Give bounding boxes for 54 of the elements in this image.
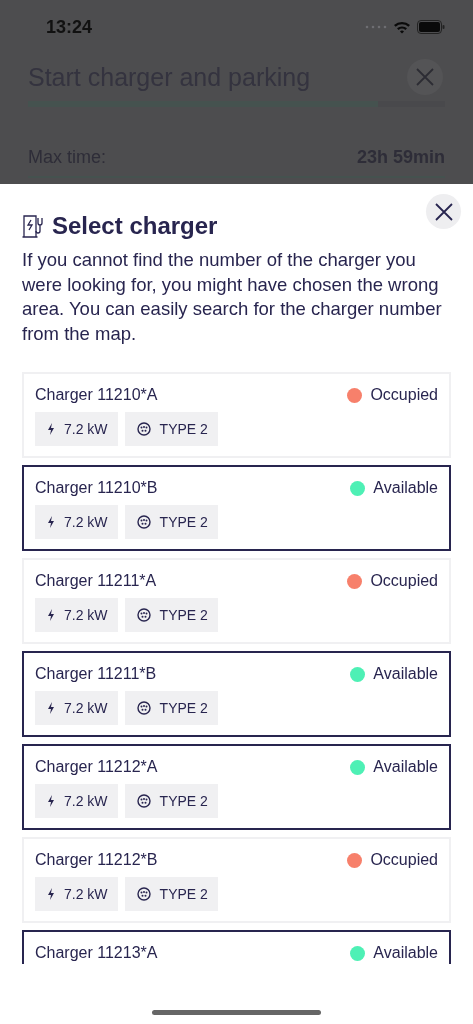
- spec-text: TYPE 2: [159, 421, 208, 437]
- lightning-icon: [47, 516, 55, 528]
- status-label: Available: [373, 758, 438, 776]
- charger-card[interactable]: Charger 11212*B Occupied 7.2 kW TYPE 2: [22, 837, 451, 923]
- status-label: Occupied: [370, 386, 438, 404]
- close-icon: [433, 201, 454, 222]
- status-label: Available: [373, 665, 438, 683]
- spec-text: 7.2 kW: [64, 607, 108, 623]
- charger-name: Charger 11212*A: [35, 758, 158, 776]
- spec-text: TYPE 2: [159, 793, 208, 809]
- lightning-icon: [47, 609, 55, 621]
- charger-name: Charger 11210*A: [35, 386, 158, 404]
- plug-icon: [136, 422, 151, 436]
- charger-name: Charger 11213*A: [35, 944, 158, 962]
- status-label: Occupied: [370, 572, 438, 590]
- charger-name: Charger 11211*B: [35, 665, 157, 683]
- plug-icon: [136, 515, 151, 529]
- close-icon: [415, 67, 435, 87]
- charger-card[interactable]: Charger 11211*A Occupied 7.2 kW TYPE 2: [22, 558, 451, 644]
- spec-text: 7.2 kW: [64, 421, 108, 437]
- signal-icon: [365, 25, 387, 29]
- spec-text: TYPE 2: [159, 886, 208, 902]
- charger-card[interactable]: Charger 11210*A Occupied 7.2 kW TYPE 2: [22, 372, 451, 458]
- charger-card[interactable]: Charger 11212*A Available 7.2 kW TYPE 2: [22, 744, 451, 830]
- description: If you cannot find the number of the charger you were looking for, you might have chosen the wrong area. You can easily search for the charger number from the map.: [22, 248, 443, 346]
- plug-icon: [136, 701, 151, 715]
- spec-text: TYPE 2: [159, 514, 208, 530]
- spec-text: 7.2 kW: [64, 514, 108, 530]
- spec-text: TYPE 2: [159, 607, 208, 623]
- battery-icon: [417, 20, 445, 34]
- plug-icon: [136, 794, 151, 808]
- lightning-icon: [47, 702, 55, 714]
- charger-name: Charger 11211*A: [35, 572, 157, 590]
- lightning-icon: [47, 423, 55, 435]
- spec-text: 7.2 kW: [64, 700, 108, 716]
- status-label: Available: [373, 944, 438, 962]
- lightning-icon: [47, 795, 55, 807]
- status-label: Available: [373, 479, 438, 497]
- spec-text: 7.2 kW: [64, 793, 108, 809]
- charger-card[interactable]: Charger 11211*B Available 7.2 kW TYPE 2: [22, 651, 451, 737]
- close-button[interactable]: [426, 194, 461, 229]
- sheet-title: Select charger: [52, 212, 218, 240]
- charger-name: Charger 11212*B: [35, 851, 158, 869]
- plug-icon: [136, 887, 151, 901]
- status-label: Occupied: [370, 851, 438, 869]
- charger-name: Charger 11210*B: [35, 479, 158, 497]
- charger-icon: [22, 214, 44, 238]
- spec-text: 7.2 kW: [64, 886, 108, 902]
- clock: 13:24: [46, 16, 93, 38]
- wifi-icon: [393, 20, 411, 34]
- plug-icon: [136, 608, 151, 622]
- spec-text: TYPE 2: [159, 700, 208, 716]
- charger-card[interactable]: Charger 11210*B Available 7.2 kW TYPE 2: [22, 465, 451, 551]
- lightning-icon: [47, 888, 55, 900]
